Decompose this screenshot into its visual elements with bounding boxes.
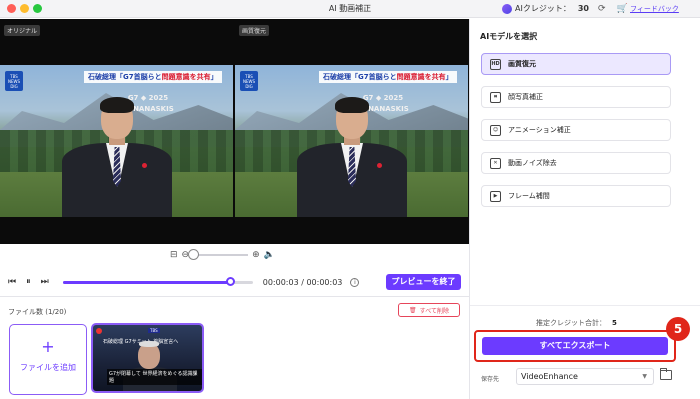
face-scan-icon: ⌗ xyxy=(490,91,501,103)
save-location-select[interactable]: VideoEnhance ▼ xyxy=(516,368,654,385)
credit-display: AIクレジット： 30 ⟳ 🛒 xyxy=(502,3,628,14)
news-logo: TBS NEWS DIG xyxy=(5,71,23,91)
ai-credit-icon xyxy=(502,3,512,14)
add-file-button[interactable]: + ファイルを追加 xyxy=(9,324,87,395)
cart-icon[interactable]: 🛒 xyxy=(617,4,628,14)
news-logo: TBS NEWS DIG xyxy=(240,71,258,91)
panel-title: AIモデルを選択 xyxy=(480,32,538,41)
ai-model-panel: AIモデルを選択 HD 画質復元 ⌗ 顔写真補正 ☺ アニメーション補正 ✕ 動… xyxy=(469,19,700,399)
volume-icon[interactable]: 🔈 xyxy=(264,250,275,260)
refresh-icon[interactable]: ⟳ xyxy=(598,4,606,14)
video-frame-enhanced: TBS NEWS DIG 石破総理「G7首脳らと問題意識を共有」 G7 ◆ 20… xyxy=(235,65,468,217)
enhanced-preview-pane: 画質復元 TBS NEWS DIG 石破総理「G7首脳らと問題意識を共有」 G7… xyxy=(235,19,468,244)
divider xyxy=(0,296,469,297)
frame-icon: ▶ xyxy=(490,190,501,202)
plus-icon: + xyxy=(41,337,55,356)
original-label: オリジナル xyxy=(4,25,41,36)
trash-icon: 🗑 xyxy=(409,306,417,314)
news-banner: 石破総理「G7首脳らと問題意識を共有」 xyxy=(84,71,222,83)
progress-bar[interactable] xyxy=(62,276,253,286)
enhanced-label: 画質復元 xyxy=(239,25,270,36)
model-anime-restore[interactable]: ☺ アニメーション補正 xyxy=(481,119,671,141)
denoise-icon: ✕ xyxy=(490,157,501,169)
model-label: 顔写真補正 xyxy=(508,93,543,101)
model-label: アニメーション補正 xyxy=(508,126,571,134)
thumb-caption: G7が閉幕して 世界経済をめぐる認識課題 xyxy=(107,369,202,385)
zoom-in-icon[interactable]: ⊕ xyxy=(252,250,260,260)
preview-area: オリジナル TBS NEWS DIG 石破総理「G7首脳らと問題意識を共有」 G… xyxy=(0,19,469,244)
zoom-controls: ⊟ ⊖ ⊕ 🔈 xyxy=(170,248,300,262)
add-file-label: ファイルを追加 xyxy=(20,363,76,372)
hd-icon: HD xyxy=(490,58,501,70)
speaker-figure xyxy=(62,97,172,217)
model-label: 動画ノイズ除去 xyxy=(508,159,557,167)
time-display: 00:00:03 / 00:00:03 xyxy=(262,277,343,287)
file-thumbnail[interactable]: TBS 石破総理 G7サミット 首脳宣言へ G7が閉幕して 世界経済をめぐる認識… xyxy=(91,323,204,393)
panel-divider xyxy=(470,305,700,306)
export-highlight-box: すべてエクスポート xyxy=(474,330,676,362)
credit-value: 30 xyxy=(577,4,589,13)
save-location-label: 保存先 xyxy=(481,376,500,383)
news-badge-icon xyxy=(96,328,102,334)
zoom-slider-knob[interactable] xyxy=(188,249,200,260)
next-frame-icon[interactable]: ⏭ xyxy=(41,277,49,287)
model-denoise[interactable]: ✕ 動画ノイズ除去 xyxy=(481,152,671,174)
delete-all-button[interactable]: 🗑 すべて削除 xyxy=(398,303,460,317)
zoom-slider[interactable] xyxy=(188,249,249,260)
previous-frame-icon[interactable]: ⏮ xyxy=(8,277,16,287)
end-preview-button[interactable]: プレビューを終了 xyxy=(386,274,461,290)
info-icon[interactable]: i xyxy=(350,277,360,287)
video-frame-original: TBS NEWS DIG 石破総理「G7首脳らと問題意識を共有」 G7 ◆ 20… xyxy=(0,65,233,217)
model-label: 画質復元 xyxy=(508,60,536,68)
app-window: AI 動画補正 AIクレジット： 30 ⟳ 🛒 フィードバック オリジナル TB… xyxy=(0,0,700,399)
file-count: ファイル数 (1/20) xyxy=(8,308,67,316)
folder-icon[interactable] xyxy=(660,368,672,380)
pause-icon[interactable]: ⏸ xyxy=(26,277,31,287)
estimated-credits: 推定クレジット合計： 5 xyxy=(536,319,617,327)
delete-all-label: すべて削除 xyxy=(419,307,449,315)
thumb-logo: TBS xyxy=(148,328,160,333)
model-face-restore[interactable]: ⌗ 顔写真補正 xyxy=(481,86,671,108)
step-badge: 5 xyxy=(666,317,690,341)
original-preview-pane: オリジナル TBS NEWS DIG 石破総理「G7首脳らと問題意識を共有」 G… xyxy=(0,19,233,244)
speaker-figure xyxy=(297,97,407,217)
title-bar: AI 動画補正 AIクレジット： 30 ⟳ 🛒 フィードバック xyxy=(0,0,700,18)
model-image-restore[interactable]: HD 画質復元 xyxy=(481,53,671,75)
anime-icon: ☺ xyxy=(490,124,501,136)
chevron-down-icon: ▼ xyxy=(642,373,647,380)
model-label: フレーム補間 xyxy=(508,192,550,200)
model-frame-interpolation[interactable]: ▶ フレーム補間 xyxy=(481,185,671,207)
credit-label: AIクレジット： xyxy=(515,4,571,13)
news-banner: 石破総理「G7首脳らと問題意識を共有」 xyxy=(319,71,457,83)
export-all-button[interactable]: すべてエクスポート xyxy=(482,337,668,355)
feedback-link[interactable]: フィードバック xyxy=(630,4,679,14)
fit-view-icon[interactable]: ⊟ xyxy=(170,250,178,260)
progress-fill xyxy=(62,280,230,284)
progress-knob[interactable] xyxy=(225,276,235,286)
